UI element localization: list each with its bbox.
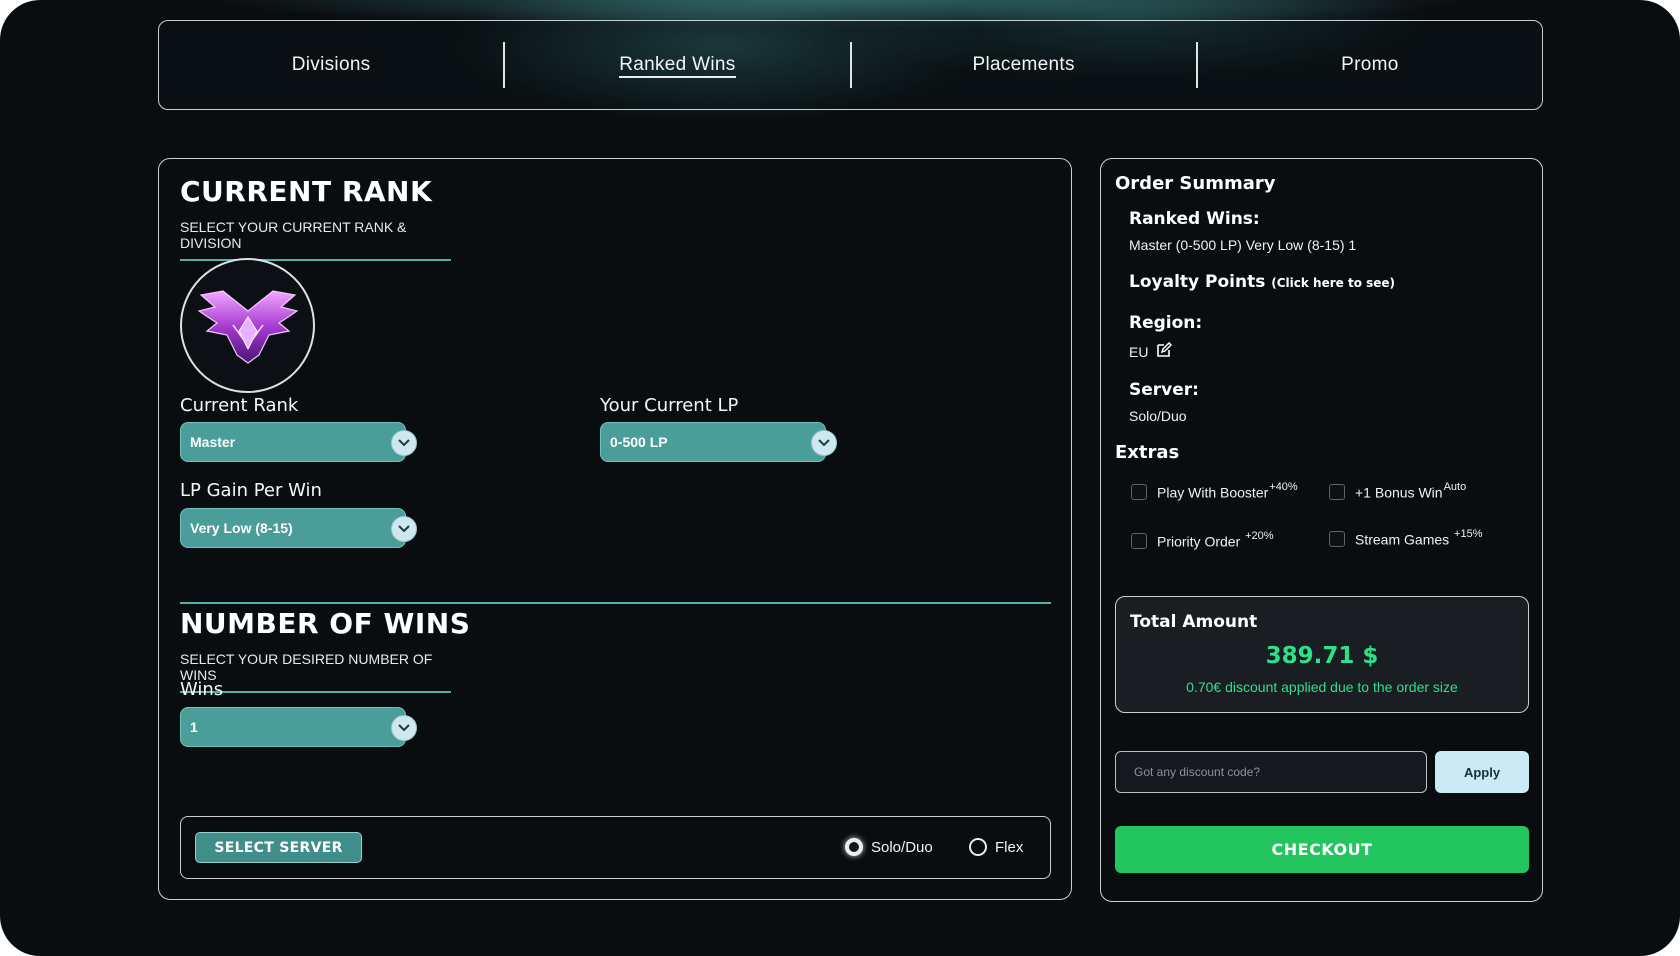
loyalty-points-label: Loyalty Points [1129, 272, 1266, 292]
chevron-down-icon[interactable] [391, 516, 417, 542]
number-of-wins-title: NUMBER OF WINS [180, 607, 471, 640]
extra-label: Priority Order +20% [1157, 530, 1274, 550]
current-lp-label: Your Current LP [600, 395, 739, 416]
master-rank-emblem-icon [180, 258, 315, 393]
checkbox[interactable] [1131, 532, 1147, 549]
tab-label: Ranked Wins [619, 54, 736, 78]
section-divider [180, 602, 1051, 604]
select-value: Very Low (8-15) [190, 520, 293, 536]
select-value: 0-500 LP [610, 434, 668, 450]
server-option-flex[interactable]: Flex [969, 838, 1023, 856]
server-heading: Server: [1129, 380, 1199, 400]
extra-text: Priority Order [1157, 533, 1241, 550]
total-price: 389.71 $ [1265, 643, 1379, 669]
edit-icon[interactable] [1156, 341, 1173, 361]
radio-unselected-icon[interactable] [969, 838, 987, 856]
extra-badge: Auto [1443, 481, 1467, 493]
extra-text: Stream Games [1355, 531, 1450, 548]
order-summary-panel: Order Summary Ranked Wins: Master (0-500… [1100, 158, 1543, 902]
extra-stream-games[interactable]: Stream Games +15% [1329, 528, 1483, 548]
checkout-button[interactable]: CHECKOUT [1115, 826, 1529, 873]
wins-label: Wins [180, 679, 224, 700]
order-summary-title: Order Summary [1115, 173, 1276, 194]
extras-heading: Extras [1115, 442, 1180, 463]
radio-label: Solo/Duo [871, 838, 933, 856]
discount-code-input[interactable] [1115, 751, 1427, 793]
select-value: 1 [190, 719, 198, 735]
extra-badge: +20% [1245, 530, 1274, 542]
region-heading: Region: [1129, 313, 1203, 333]
tab-label: Divisions [291, 54, 371, 75]
extra-play-with-booster[interactable]: Play With Booster+40% [1131, 481, 1298, 501]
app-window: Divisions Ranked Wins Placements Promo C… [0, 0, 1680, 956]
extra-badge: +15% [1454, 528, 1483, 540]
tab-label: Promo [1341, 54, 1399, 75]
checkbox[interactable] [1131, 483, 1147, 500]
extra-text: Play With Booster [1157, 484, 1269, 501]
checkbox[interactable] [1329, 483, 1345, 500]
tab-ranked-wins[interactable]: Ranked Wins [505, 54, 849, 78]
region-row: EU [1129, 341, 1173, 361]
current-lp-select[interactable]: 0-500 LP [600, 422, 837, 462]
lp-gain-label: LP Gain Per Win [180, 480, 322, 501]
radio-label: Flex [995, 838, 1024, 856]
current-rank-label: Current Rank [180, 395, 299, 416]
checkbox[interactable] [1329, 530, 1345, 547]
loyalty-points-heading[interactable]: Loyalty Points (Click here to see) [1129, 272, 1395, 292]
select-value: Master [190, 434, 236, 450]
chevron-down-icon[interactable] [391, 715, 417, 741]
total-amount-label: Total Amount [1130, 612, 1258, 632]
service-tabs: Divisions Ranked Wins Placements Promo [158, 20, 1543, 110]
tab-placements[interactable]: Placements [852, 54, 1196, 76]
extra-bonus-win[interactable]: +1 Bonus WinAuto [1329, 481, 1467, 501]
loyalty-points-link[interactable]: (Click here to see) [1271, 276, 1395, 290]
ranked-wins-value: Master (0-500 LP) Very Low (8-15) 1 [1129, 237, 1357, 253]
current-rank-select[interactable]: Master [180, 422, 417, 462]
tab-divisions[interactable]: Divisions [159, 54, 503, 76]
lp-gain-select[interactable]: Very Low (8-15) [180, 508, 417, 548]
server-value: Solo/Duo [1129, 408, 1187, 424]
wins-select[interactable]: 1 [180, 707, 417, 747]
region-value: EU [1129, 343, 1149, 360]
ranked-wins-heading: Ranked Wins: [1129, 209, 1260, 229]
extra-text: +1 Bonus Win [1355, 484, 1443, 501]
current-rank-title: CURRENT RANK [180, 175, 433, 208]
extra-label: +1 Bonus WinAuto [1355, 481, 1467, 501]
tab-promo[interactable]: Promo [1198, 54, 1542, 76]
total-amount-box: Total Amount 389.71 $ 0.70€ discount app… [1115, 596, 1529, 713]
extra-badge: +40% [1269, 481, 1298, 493]
extra-label: Stream Games +15% [1355, 528, 1483, 548]
apply-discount-button[interactable]: Apply [1435, 751, 1529, 793]
server-option-solo-duo[interactable]: Solo/Duo [845, 838, 933, 856]
extra-label: Play With Booster+40% [1157, 481, 1298, 501]
chevron-down-icon[interactable] [391, 430, 417, 456]
extra-priority-order[interactable]: Priority Order +20% [1131, 530, 1274, 550]
tab-label: Placements [972, 54, 1075, 75]
select-server-button[interactable]: SELECT SERVER [195, 832, 362, 863]
radio-selected-icon[interactable] [845, 838, 863, 856]
discount-note: 0.70€ discount applied due to the order … [1186, 679, 1458, 695]
server-selector: SELECT SERVER Solo/Duo Flex [180, 816, 1051, 879]
chevron-down-icon[interactable] [811, 430, 837, 456]
current-rank-subtitle: SELECT YOUR CURRENT RANK & DIVISION [180, 219, 451, 261]
rank-selection-panel: CURRENT RANK SELECT YOUR CURRENT RANK & … [158, 158, 1072, 900]
